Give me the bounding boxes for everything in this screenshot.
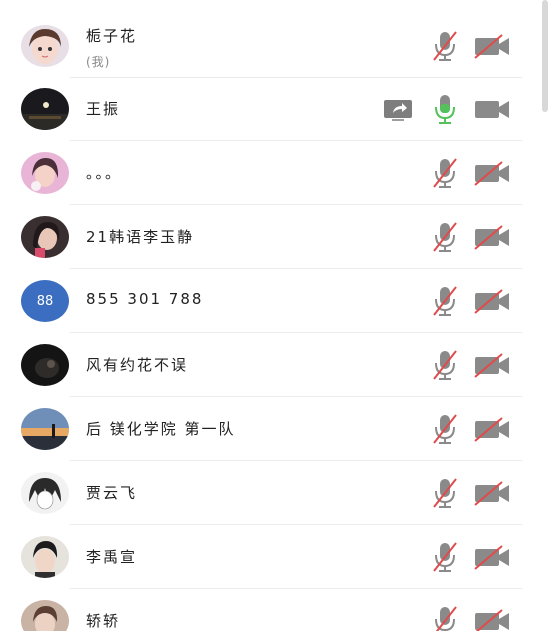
participant-row[interactable]: 21韩语李玉静 [0, 206, 540, 269]
participant-name: 。。。 [86, 164, 123, 182]
mic-muted-icon[interactable] [430, 603, 460, 631]
avatar [21, 536, 69, 578]
participant-row[interactable]: 贾云飞 [0, 462, 540, 525]
participant-row[interactable]: 风有约花不误 [0, 334, 540, 397]
camera-off-icon[interactable] [472, 412, 512, 446]
participant-name: 855 301 788 [86, 290, 204, 308]
camera-off-icon[interactable] [472, 220, 512, 254]
participant-name: 栀子花 [86, 27, 138, 45]
mic-muted-icon[interactable] [430, 219, 460, 255]
divider [70, 460, 522, 461]
mic-muted-icon[interactable] [430, 28, 460, 64]
mic-muted-icon[interactable] [430, 347, 460, 383]
avatar [21, 25, 69, 67]
camera-off-icon[interactable] [472, 604, 512, 631]
scrollbar[interactable] [542, 0, 548, 112]
divider [70, 396, 522, 397]
divider [70, 588, 522, 589]
participant-name: 风有约花不误 [86, 356, 189, 374]
avatar [21, 88, 69, 130]
participant-name: 李禹宣 [86, 548, 138, 566]
avatar [21, 408, 69, 450]
camera-off-icon[interactable] [472, 29, 512, 63]
participant-name: 王振 [86, 100, 121, 118]
mic-muted-icon[interactable] [430, 155, 460, 191]
divider [70, 524, 522, 525]
avatar [21, 152, 69, 194]
mic-active-icon[interactable] [430, 91, 460, 127]
avatar: 88 [21, 280, 69, 322]
participant-row[interactable]: 。。。 [0, 142, 540, 205]
participant-self-tag: (我) [86, 55, 111, 69]
avatar [21, 472, 69, 514]
avatar [21, 600, 69, 631]
participant-name: 21韩语李玉静 [86, 228, 195, 246]
mic-muted-icon[interactable] [430, 283, 460, 319]
avatar [21, 344, 69, 386]
divider [70, 268, 522, 269]
divider [70, 204, 522, 205]
screen-share-icon[interactable] [383, 97, 413, 121]
participant-row[interactable]: 栀子花 (我) [0, 15, 540, 78]
mic-muted-icon[interactable] [430, 411, 460, 447]
camera-off-icon[interactable] [472, 476, 512, 510]
avatar [21, 216, 69, 258]
participant-name: 后 镁化学院 第一队 [86, 420, 236, 438]
camera-off-icon[interactable] [472, 348, 512, 382]
participant-row[interactable]: 王振 [0, 78, 540, 141]
camera-off-icon[interactable] [472, 540, 512, 574]
avatar-initials: 88 [36, 293, 54, 309]
divider [70, 332, 522, 333]
participant-row[interactable]: 88 855 301 788 [0, 270, 540, 333]
participant-name: 轿轿 [86, 612, 121, 630]
camera-off-icon[interactable] [472, 284, 512, 318]
camera-icon[interactable] [472, 92, 512, 126]
divider [70, 140, 522, 141]
participant-list: 栀子花 (我) 王振 。。。 21韩语李玉静 88 855 301 788 风有… [0, 0, 540, 631]
participant-row[interactable]: 后 镁化学院 第一队 [0, 398, 540, 461]
camera-off-icon[interactable] [472, 156, 512, 190]
participant-row[interactable]: 轿轿 [0, 590, 540, 631]
mic-muted-icon[interactable] [430, 475, 460, 511]
participant-name: 贾云飞 [86, 484, 138, 502]
participant-row[interactable]: 李禹宣 [0, 526, 540, 589]
mic-muted-icon[interactable] [430, 539, 460, 575]
